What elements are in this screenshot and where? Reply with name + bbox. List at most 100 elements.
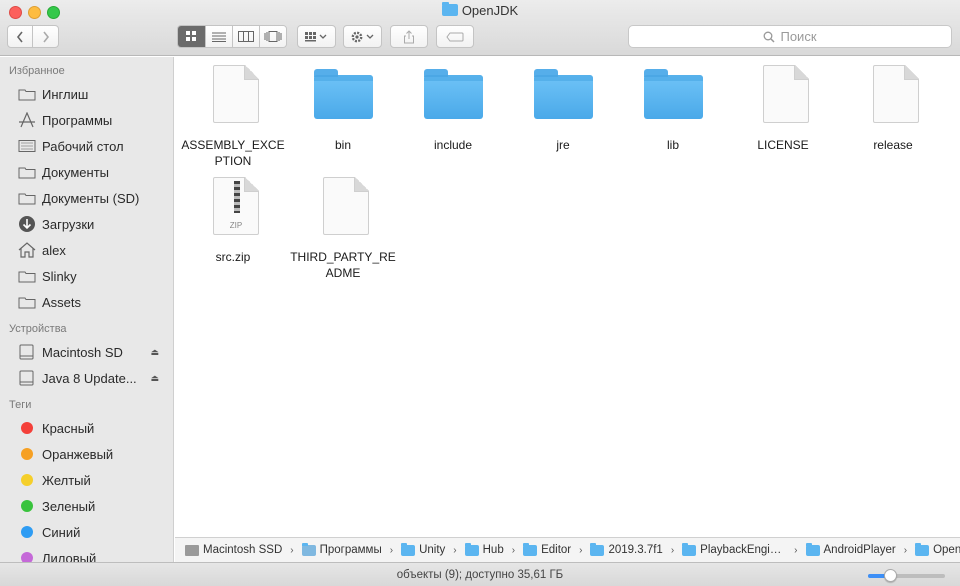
path-crumb[interactable]: PlaybackEngines: [682, 542, 786, 556]
forward-button[interactable]: [33, 25, 59, 48]
chevron-right-icon: ›: [511, 544, 516, 556]
disk-icon: [17, 370, 36, 386]
chevron-right-icon: ›: [389, 544, 394, 556]
path-crumb[interactable]: OpenJDK: [915, 542, 960, 556]
chevron-left-icon: [16, 31, 23, 42]
sidebar-item-label: Документы (SD): [42, 190, 140, 206]
cover-flow-icon: [264, 31, 282, 42]
sidebar-item-documents-sd[interactable]: Документы (SD): [0, 185, 173, 211]
sidebar-item-label: Желтый: [42, 472, 91, 488]
path-crumb-label: Программы: [319, 544, 382, 556]
column-view-button[interactable]: [232, 26, 259, 47]
sidebar-tag-green[interactable]: Зеленый: [0, 493, 173, 519]
grid-icon: [186, 31, 196, 41]
icon-size-slider-knob[interactable]: [884, 569, 897, 582]
path-bar: Macintosh SSD › Программы › Unity › Hub …: [175, 537, 960, 562]
eject-icon[interactable]: ⏏: [150, 373, 159, 384]
folder-icon: [17, 294, 36, 310]
search-field[interactable]: Поиск: [628, 25, 952, 48]
sidebar-item-label: Программы: [42, 112, 113, 128]
sidebar-item-macintosh-sd[interactable]: Macintosh SD ⏏: [0, 339, 173, 365]
path-crumb[interactable]: Hub: [464, 542, 504, 556]
file-grid: ASSEMBLY_EXCEPTION bin include jre lib L…: [175, 57, 960, 537]
share-button[interactable]: [390, 25, 428, 48]
folder-icon: [441, 2, 458, 16]
folder-icon: [17, 268, 36, 284]
icon-size-slider[interactable]: [868, 569, 945, 582]
sidebar-item-label: Лиловый: [42, 550, 97, 563]
path-crumb-label: Editor: [541, 544, 572, 556]
sidebar-item-downloads[interactable]: Загрузки: [0, 211, 173, 237]
path-crumb[interactable]: AndroidPlayer: [805, 542, 896, 556]
cover-flow-view-button[interactable]: [259, 26, 286, 47]
arrange-grid-icon: [304, 31, 326, 41]
file-name: bin: [334, 138, 351, 152]
chevron-right-icon: ›: [794, 544, 798, 556]
folder-icon: [17, 190, 36, 206]
path-crumb[interactable]: Editor: [523, 542, 572, 556]
sidebar-tag-purple[interactable]: Лиловый: [0, 545, 173, 562]
file-item-jre[interactable]: jre: [508, 65, 618, 153]
sidebar-item-label: Assets: [42, 294, 82, 310]
disk-icon: [17, 344, 36, 360]
sidebar-item-slinky[interactable]: Slinky: [0, 263, 173, 289]
chevron-right-icon: ›: [903, 544, 908, 556]
sidebar: Избранное Инглиш Программы Рабочий стол …: [0, 57, 174, 562]
file-item-third-party-readme[interactable]: THIRD_PARTY_README: [288, 177, 398, 281]
file-item-bin[interactable]: bin: [288, 65, 398, 153]
window-title-text: OpenJDK: [461, 3, 519, 18]
sidebar-tag-yellow[interactable]: Желтый: [0, 467, 173, 493]
arrange-button[interactable]: [297, 25, 336, 48]
sidebar-item-home[interactable]: alex: [0, 237, 173, 263]
file-item-release[interactable]: release: [838, 65, 948, 153]
sidebar-item-assets[interactable]: Assets: [0, 289, 173, 315]
file-name: include: [433, 138, 473, 152]
sidebar-item-label: Рабочий стол: [42, 138, 124, 154]
document-icon: [201, 65, 265, 129]
eject-icon[interactable]: ⏏: [150, 347, 159, 358]
path-crumb[interactable]: Программы: [301, 542, 382, 556]
file-item-include[interactable]: include: [398, 65, 508, 153]
zip-archive-icon: ZIP: [201, 177, 265, 241]
folder-icon: [805, 542, 820, 556]
icon-view-button[interactable]: [178, 26, 205, 47]
folder-icon: [401, 542, 416, 556]
sidebar-item-applications[interactable]: Программы: [0, 107, 173, 133]
file-item-assembly-exception[interactable]: ASSEMBLY_EXCEPTION: [178, 65, 288, 169]
sidebar-item-label: Оранжевый: [42, 446, 114, 462]
file-item-license[interactable]: LICENSE: [728, 65, 838, 153]
action-button[interactable]: [343, 25, 382, 48]
purple-tag-dot: [21, 552, 33, 562]
path-crumb[interactable]: Macintosh SSD: [185, 544, 282, 556]
sidebar-item-java-update[interactable]: Java 8 Update... ⏏: [0, 365, 173, 391]
sidebar-item-documents[interactable]: Документы: [0, 159, 173, 185]
folder-icon: [915, 542, 930, 556]
document-icon: [861, 65, 925, 129]
back-button[interactable]: [7, 25, 33, 48]
file-item-src-zip[interactable]: ZIP src.zip: [178, 177, 288, 265]
yellow-tag-dot: [21, 474, 33, 486]
red-tag-dot: [21, 422, 33, 434]
share-icon: [404, 29, 414, 43]
gear-icon: [351, 31, 373, 42]
path-crumb[interactable]: Unity: [401, 542, 445, 556]
folder-icon: [531, 65, 595, 129]
applications-icon: [17, 112, 36, 128]
document-icon: [751, 65, 815, 129]
sidebar-item-desktop[interactable]: Рабочий стол: [0, 133, 173, 159]
sidebar-tag-red[interactable]: Красный: [0, 415, 173, 441]
sidebar-item-label: alex: [42, 242, 66, 258]
folder-icon: [464, 542, 479, 556]
search-icon: [764, 31, 776, 43]
sidebar-tag-blue[interactable]: Синий: [0, 519, 173, 545]
tags-button[interactable]: [436, 25, 474, 48]
list-view-button[interactable]: [205, 26, 232, 47]
folder-icon: [421, 65, 485, 129]
file-name: THIRD_PARTY_README: [290, 250, 396, 280]
file-item-lib[interactable]: lib: [618, 65, 728, 153]
sidebar-tag-orange[interactable]: Оранжевый: [0, 441, 173, 467]
green-tag-dot: [21, 500, 33, 512]
path-crumb[interactable]: 2019.3.7f1: [590, 542, 663, 556]
sidebar-item-label: Инглиш: [42, 86, 89, 102]
sidebar-item-inglish[interactable]: Инглиш: [0, 81, 173, 107]
